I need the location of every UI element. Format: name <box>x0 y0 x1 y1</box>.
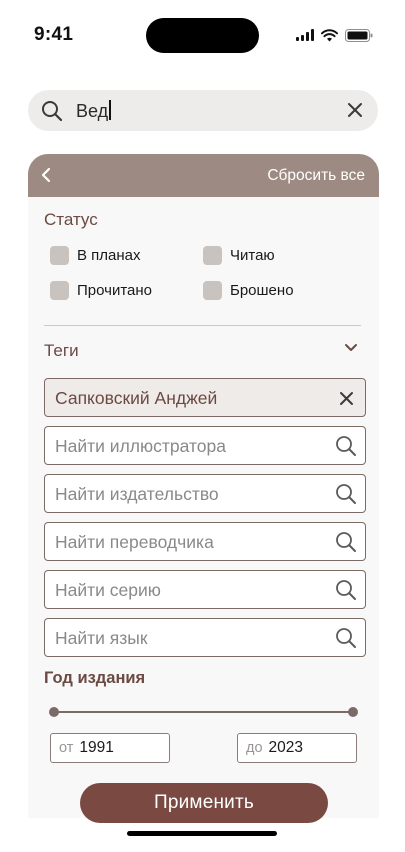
search-icon <box>336 436 356 456</box>
cellular-signal-icon <box>296 29 314 41</box>
remove-author-icon[interactable] <box>335 387 357 409</box>
status-option-read[interactable]: Прочитано <box>50 281 152 300</box>
status-option-planned[interactable]: В планах <box>50 246 141 265</box>
translator-search-field[interactable]: Найти переводчика <box>44 522 366 561</box>
publisher-search-field[interactable]: Найти издательство <box>44 474 366 513</box>
field-placeholder: Найти переводчика <box>55 532 214 552</box>
reset-all-button[interactable]: Сбросить все <box>267 167 365 185</box>
year-range-slider[interactable] <box>49 707 358 717</box>
year-to-value: 2023 <box>268 739 304 756</box>
status-option-label: В планах <box>77 247 141 264</box>
battery-icon <box>345 28 373 42</box>
filter-panel-header: Сбросить все <box>28 154 379 197</box>
tags-section-title: Теги <box>44 341 79 360</box>
field-placeholder: Найти иллюстратора <box>55 436 226 456</box>
search-icon <box>336 580 356 600</box>
status-option-reading[interactable]: Читаю <box>203 246 275 265</box>
search-icon <box>336 628 356 648</box>
series-search-field[interactable]: Найти серию <box>44 570 366 609</box>
search-input[interactable]: Вед <box>76 100 111 122</box>
slider-end-handle[interactable] <box>348 707 358 717</box>
status-icons <box>296 27 373 43</box>
year-to-input[interactable]: до 2023 <box>237 733 357 763</box>
checkbox[interactable] <box>50 281 69 300</box>
status-option-label: Читаю <box>230 247 275 264</box>
checkbox[interactable] <box>203 281 222 300</box>
status-option-dropped[interactable]: Брошено <box>203 281 294 300</box>
status-section-title: Статус <box>44 210 98 229</box>
slider-start-handle[interactable] <box>49 707 59 717</box>
language-search-field[interactable]: Найти язык <box>44 618 366 657</box>
wifi-icon <box>321 28 338 41</box>
field-placeholder: Найти серию <box>55 580 161 600</box>
search-input-value: Вед <box>76 101 109 121</box>
clear-search-icon[interactable] <box>346 101 364 119</box>
year-from-value: 1991 <box>79 739 114 756</box>
year-from-prefix: от <box>59 740 74 756</box>
back-chevron-icon[interactable] <box>38 166 56 184</box>
year-to-prefix: до <box>246 740 263 756</box>
checkbox[interactable] <box>203 246 222 265</box>
slider-track <box>54 711 353 713</box>
status-bar: 9:41 <box>0 0 405 60</box>
chevron-down-icon[interactable] <box>343 340 359 356</box>
checkbox[interactable] <box>50 246 69 265</box>
apply-button[interactable]: Применить <box>80 783 328 823</box>
selected-author-chip[interactable]: Сапковский Анджей <box>44 378 366 417</box>
search-icon <box>336 532 356 552</box>
search-bar[interactable]: Вед <box>28 90 378 131</box>
status-option-label: Брошено <box>230 282 294 299</box>
status-option-label: Прочитано <box>77 282 152 299</box>
clock: 9:41 <box>34 24 74 45</box>
field-placeholder: Найти издательство <box>55 484 219 504</box>
selected-author-label: Сапковский Анджей <box>55 388 218 408</box>
filter-panel: Сбросить все Статус В планах Читаю Прочи… <box>28 154 379 818</box>
search-icon <box>42 101 63 122</box>
home-indicator <box>127 831 277 836</box>
year-section-title: Год издания <box>44 669 146 687</box>
search-icon <box>336 484 356 504</box>
field-placeholder: Найти язык <box>55 628 148 648</box>
text-caret <box>109 100 111 120</box>
year-from-input[interactable]: от 1991 <box>50 733 170 763</box>
dynamic-island <box>146 18 259 53</box>
illustrator-search-field[interactable]: Найти иллюстратора <box>44 426 366 465</box>
section-divider <box>44 325 361 326</box>
